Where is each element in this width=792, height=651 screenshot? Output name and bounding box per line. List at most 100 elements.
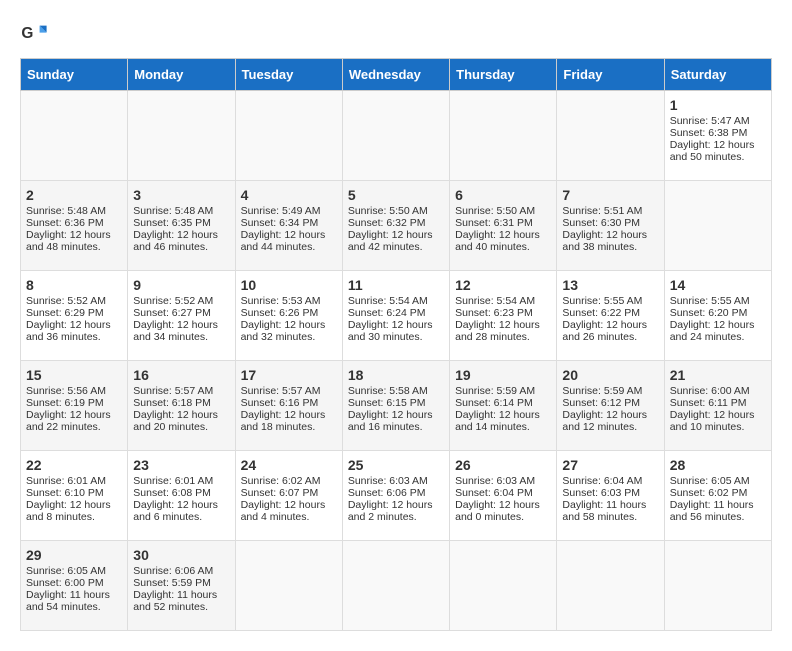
header-day-monday: Monday	[128, 59, 235, 91]
daylight: Daylight: 12 hours and 44 minutes.	[241, 229, 326, 253]
calendar-cell: 6Sunrise: 5:50 AMSunset: 6:31 PMDaylight…	[450, 181, 557, 271]
day-number: 17	[241, 367, 337, 383]
sunrise: Sunrise: 5:54 AM	[455, 295, 535, 307]
sunrise: Sunrise: 5:59 AM	[455, 385, 535, 397]
day-number: 9	[133, 277, 229, 293]
calendar-cell	[557, 541, 664, 631]
day-number: 14	[670, 277, 766, 293]
sunset: Sunset: 6:15 PM	[348, 397, 426, 409]
header-day-friday: Friday	[557, 59, 664, 91]
sunset: Sunset: 6:12 PM	[562, 397, 640, 409]
sunset: Sunset: 6:38 PM	[670, 127, 748, 139]
daylight: Daylight: 12 hours and 16 minutes.	[348, 409, 433, 433]
sunrise: Sunrise: 6:03 AM	[455, 475, 535, 487]
sunrise: Sunrise: 6:01 AM	[133, 475, 213, 487]
svg-text:G: G	[21, 25, 33, 42]
sunset: Sunset: 6:23 PM	[455, 307, 533, 319]
sunrise: Sunrise: 6:05 AM	[26, 565, 106, 577]
sunrise: Sunrise: 6:04 AM	[562, 475, 642, 487]
daylight: Daylight: 12 hours and 50 minutes.	[670, 139, 755, 163]
calendar-cell	[235, 541, 342, 631]
calendar-cell	[342, 91, 449, 181]
sunrise: Sunrise: 5:56 AM	[26, 385, 106, 397]
sunrise: Sunrise: 5:51 AM	[562, 205, 642, 217]
sunrise: Sunrise: 6:03 AM	[348, 475, 428, 487]
calendar-cell	[664, 541, 771, 631]
page-header: G	[20, 20, 772, 48]
header-day-sunday: Sunday	[21, 59, 128, 91]
calendar-cell: 24Sunrise: 6:02 AMSunset: 6:07 PMDayligh…	[235, 451, 342, 541]
day-number: 27	[562, 457, 658, 473]
calendar-cell: 30Sunrise: 6:06 AMSunset: 5:59 PMDayligh…	[128, 541, 235, 631]
sunrise: Sunrise: 6:01 AM	[26, 475, 106, 487]
calendar-cell: 22Sunrise: 6:01 AMSunset: 6:10 PMDayligh…	[21, 451, 128, 541]
calendar-cell	[664, 181, 771, 271]
calendar-cell: 13Sunrise: 5:55 AMSunset: 6:22 PMDayligh…	[557, 271, 664, 361]
daylight: Daylight: 12 hours and 28 minutes.	[455, 319, 540, 343]
sunset: Sunset: 6:19 PM	[26, 397, 104, 409]
sunset: Sunset: 6:27 PM	[133, 307, 211, 319]
sunset: Sunset: 6:35 PM	[133, 217, 211, 229]
calendar-cell: 26Sunrise: 6:03 AMSunset: 6:04 PMDayligh…	[450, 451, 557, 541]
daylight: Daylight: 12 hours and 24 minutes.	[670, 319, 755, 343]
sunrise: Sunrise: 5:58 AM	[348, 385, 428, 397]
daylight: Daylight: 12 hours and 2 minutes.	[348, 499, 433, 523]
daylight: Daylight: 12 hours and 46 minutes.	[133, 229, 218, 253]
sunset: Sunset: 6:08 PM	[133, 487, 211, 499]
day-number: 2	[26, 187, 122, 203]
daylight: Daylight: 12 hours and 38 minutes.	[562, 229, 647, 253]
daylight: Daylight: 12 hours and 18 minutes.	[241, 409, 326, 433]
calendar-cell: 14Sunrise: 5:55 AMSunset: 6:20 PMDayligh…	[664, 271, 771, 361]
header-row: SundayMondayTuesdayWednesdayThursdayFrid…	[21, 59, 772, 91]
sunrise: Sunrise: 6:05 AM	[670, 475, 750, 487]
logo: G	[20, 20, 52, 48]
daylight: Daylight: 12 hours and 8 minutes.	[26, 499, 111, 523]
calendar-body: 1Sunrise: 5:47 AMSunset: 6:38 PMDaylight…	[21, 91, 772, 631]
daylight: Daylight: 11 hours and 56 minutes.	[670, 499, 754, 523]
daylight: Daylight: 12 hours and 26 minutes.	[562, 319, 647, 343]
sunrise: Sunrise: 5:54 AM	[348, 295, 428, 307]
calendar-cell: 18Sunrise: 5:58 AMSunset: 6:15 PMDayligh…	[342, 361, 449, 451]
daylight: Daylight: 12 hours and 34 minutes.	[133, 319, 218, 343]
calendar-cell	[128, 91, 235, 181]
calendar-cell: 5Sunrise: 5:50 AMSunset: 6:32 PMDaylight…	[342, 181, 449, 271]
calendar-cell	[342, 541, 449, 631]
calendar-cell	[450, 541, 557, 631]
daylight: Daylight: 12 hours and 40 minutes.	[455, 229, 540, 253]
day-number: 5	[348, 187, 444, 203]
sunset: Sunset: 6:29 PM	[26, 307, 104, 319]
calendar-cell: 16Sunrise: 5:57 AMSunset: 6:18 PMDayligh…	[128, 361, 235, 451]
calendar-cell: 19Sunrise: 5:59 AMSunset: 6:14 PMDayligh…	[450, 361, 557, 451]
daylight: Daylight: 12 hours and 0 minutes.	[455, 499, 540, 523]
daylight: Daylight: 11 hours and 52 minutes.	[133, 589, 217, 613]
calendar-cell: 17Sunrise: 5:57 AMSunset: 6:16 PMDayligh…	[235, 361, 342, 451]
daylight: Daylight: 12 hours and 20 minutes.	[133, 409, 218, 433]
day-number: 12	[455, 277, 551, 293]
daylight: Daylight: 12 hours and 14 minutes.	[455, 409, 540, 433]
daylight: Daylight: 12 hours and 6 minutes.	[133, 499, 218, 523]
calendar-cell: 7Sunrise: 5:51 AMSunset: 6:30 PMDaylight…	[557, 181, 664, 271]
day-number: 28	[670, 457, 766, 473]
sunrise: Sunrise: 5:53 AM	[241, 295, 321, 307]
sunset: Sunset: 6:03 PM	[562, 487, 640, 499]
sunrise: Sunrise: 5:59 AM	[562, 385, 642, 397]
sunrise: Sunrise: 5:50 AM	[455, 205, 535, 217]
sunrise: Sunrise: 6:02 AM	[241, 475, 321, 487]
sunset: Sunset: 6:04 PM	[455, 487, 533, 499]
day-number: 10	[241, 277, 337, 293]
daylight: Daylight: 12 hours and 30 minutes.	[348, 319, 433, 343]
sunset: Sunset: 6:20 PM	[670, 307, 748, 319]
sunrise: Sunrise: 5:47 AM	[670, 115, 750, 127]
sunset: Sunset: 6:18 PM	[133, 397, 211, 409]
sunrise: Sunrise: 5:49 AM	[241, 205, 321, 217]
daylight: Daylight: 12 hours and 36 minutes.	[26, 319, 111, 343]
sunset: Sunset: 6:06 PM	[348, 487, 426, 499]
calendar-cell	[450, 91, 557, 181]
header-day-thursday: Thursday	[450, 59, 557, 91]
day-number: 15	[26, 367, 122, 383]
calendar-cell: 11Sunrise: 5:54 AMSunset: 6:24 PMDayligh…	[342, 271, 449, 361]
day-number: 19	[455, 367, 551, 383]
day-number: 30	[133, 547, 229, 563]
week-row-4: 15 Sunrise: 5:56 AMSunset: 6:19 PM Dayligh…	[21, 361, 772, 451]
sunset: Sunset: 5:59 PM	[133, 577, 211, 589]
